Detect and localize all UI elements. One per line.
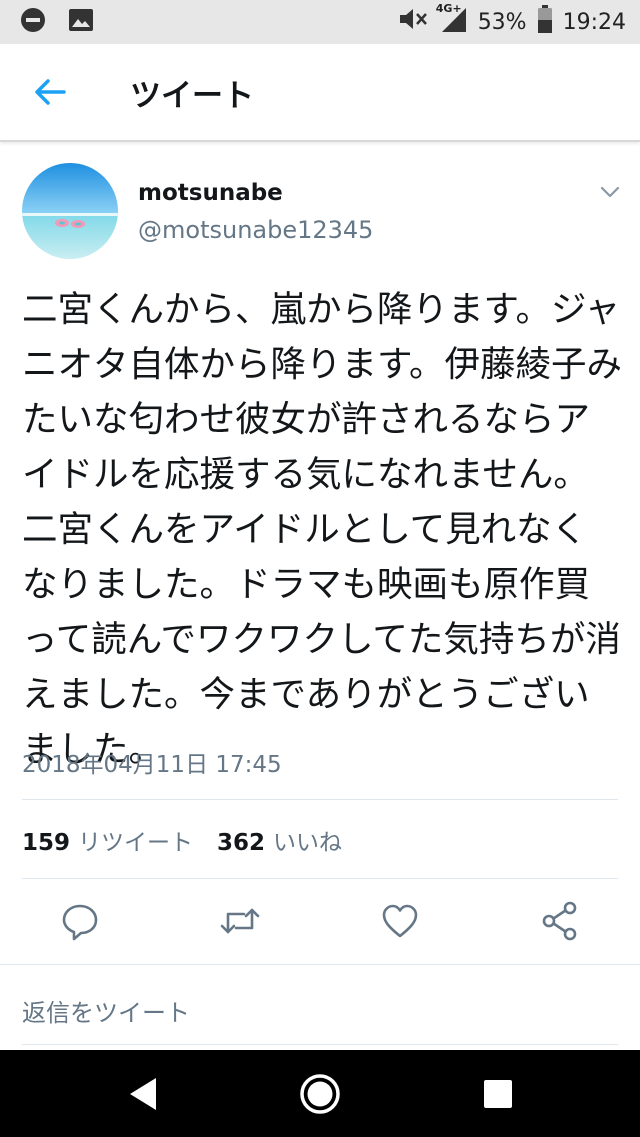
retweet-icon xyxy=(220,908,260,934)
square-recents-icon xyxy=(484,1080,512,1108)
back-button[interactable] xyxy=(30,72,70,112)
signal-icon: 4G+ xyxy=(436,2,468,38)
nav-recents-button[interactable] xyxy=(476,1072,520,1116)
divider xyxy=(22,878,618,879)
tweet-actions xyxy=(0,898,640,948)
page-title: ツイート xyxy=(130,78,254,114)
nav-home-button[interactable] xyxy=(298,1072,342,1116)
arrow-left-icon xyxy=(35,79,66,105)
like-icon xyxy=(382,904,418,938)
reply-button[interactable] xyxy=(60,898,100,944)
tweet-stats: 159 リツイート 362 いいね xyxy=(22,823,342,857)
reply-input[interactable]: 返信をツイート xyxy=(22,993,190,1028)
system-nav-bar xyxy=(0,1050,640,1137)
tweet-text: 二宮くんから、嵐から降ります。ジャニオタ自体から降ります。伊藤綾子みたいな匂わせ… xyxy=(22,289,622,770)
triangle-back-icon xyxy=(130,1078,156,1110)
network-type: 4G+ xyxy=(435,2,462,15)
chevron-down-icon xyxy=(600,186,620,198)
share-button[interactable] xyxy=(540,898,580,944)
battery-icon xyxy=(537,5,553,39)
like-button[interactable] xyxy=(380,898,420,944)
like-label[interactable]: いいね xyxy=(273,823,342,857)
user-handle[interactable]: @motsunabe12345 xyxy=(138,216,373,244)
tweet-timestamp: 2018年04月11日 17:45 xyxy=(22,752,282,778)
battery-percent: 53% xyxy=(477,9,527,35)
mute-icon xyxy=(398,7,428,37)
retweet-label[interactable]: リツイート xyxy=(78,823,193,857)
like-count[interactable]: 362 xyxy=(217,830,265,856)
divider xyxy=(22,799,618,800)
nav-back-button[interactable] xyxy=(122,1072,166,1116)
reply-icon xyxy=(62,904,98,941)
share-icon xyxy=(542,901,577,941)
tweet-menu-button[interactable] xyxy=(598,180,622,204)
status-bar: 4G+ 53% 19:24 xyxy=(0,0,640,44)
dnd-icon xyxy=(20,7,46,37)
reply-bar[interactable]: 返信をツイート xyxy=(0,964,640,1057)
reply-underline xyxy=(22,1044,618,1045)
image-icon xyxy=(68,8,94,36)
circle-home-icon xyxy=(300,1074,340,1114)
app-header: ツイート xyxy=(0,44,640,142)
retweet-count[interactable]: 159 xyxy=(22,830,70,856)
avatar[interactable] xyxy=(22,163,118,259)
display-name[interactable]: motsunabe xyxy=(138,180,283,206)
clock: 19:24 xyxy=(562,9,626,35)
retweet-button[interactable] xyxy=(218,898,260,944)
